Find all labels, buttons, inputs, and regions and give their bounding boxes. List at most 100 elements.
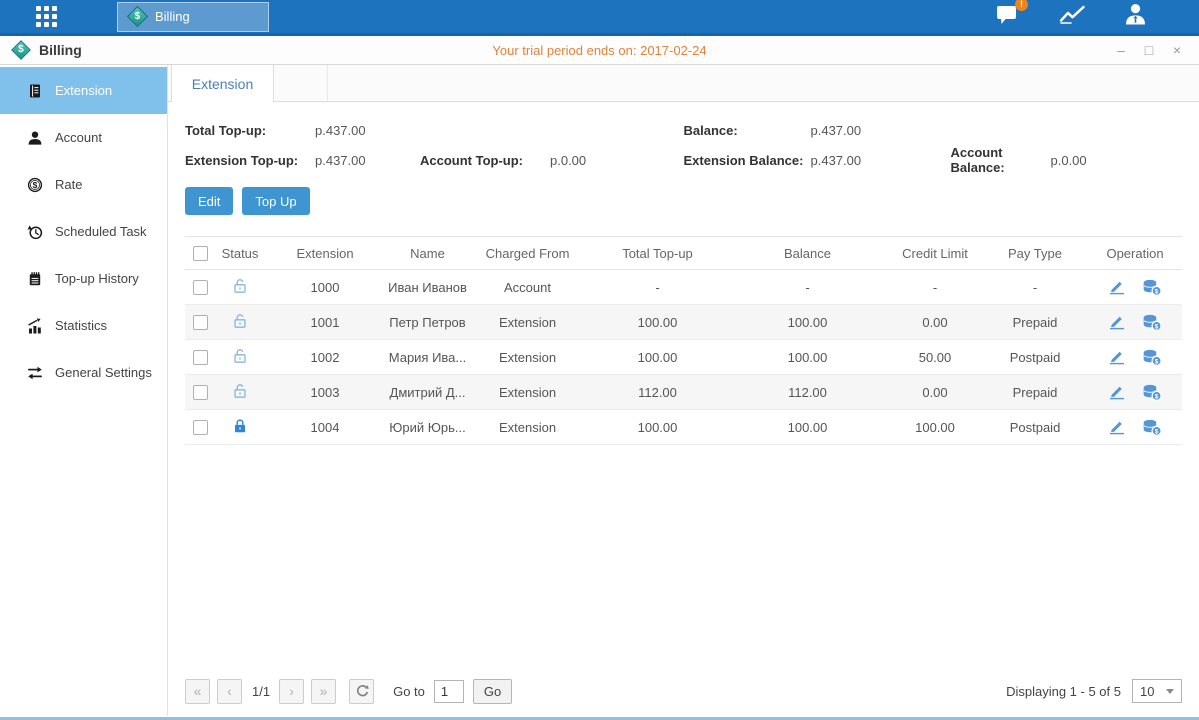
col-credit-limit: Credit Limit (885, 237, 985, 270)
status-cell (215, 410, 265, 445)
sidebar-item-topup-history[interactable]: Top-up History (0, 255, 167, 302)
lock-open-icon (232, 278, 248, 294)
extension-topup-label: Extension Top-up: (185, 153, 315, 168)
topup-button[interactable]: Top Up (242, 187, 309, 215)
window-title: Billing (39, 42, 82, 58)
sidebar-item-general-settings[interactable]: General Settings (0, 349, 167, 396)
col-status: Status (215, 237, 265, 270)
user-account-button[interactable] (1124, 3, 1147, 30)
main-content: Extension Total Top-up: p.437.00 Extensi… (168, 65, 1199, 716)
person-icon (1124, 3, 1147, 25)
sidebar-item-scheduled-task[interactable]: Scheduled Task (0, 208, 167, 255)
pay-type-cell: Postpaid (985, 410, 1085, 445)
status-cell (215, 340, 265, 375)
col-extension: Extension (265, 237, 385, 270)
edit-pencil-icon[interactable] (1108, 420, 1126, 435)
next-page-button[interactable]: › (279, 679, 304, 704)
charged-from-cell: Extension (470, 305, 585, 340)
name-cell: Петр Петров (385, 305, 470, 340)
svg-text:$: $ (1155, 358, 1159, 365)
table-body: 1000 Иван Иванов Account - - - - (185, 270, 1182, 445)
edit-pencil-icon[interactable] (1108, 280, 1126, 295)
edit-button[interactable]: Edit (185, 187, 233, 215)
row-checkbox[interactable] (193, 420, 208, 435)
credit-limit-cell: 0.00 (885, 305, 985, 340)
extension-cell: 1004 (265, 410, 385, 445)
last-page-button[interactable]: » (311, 679, 336, 704)
table-row: 1004 Юрий Юрь... Extension 100.00 100.00… (185, 410, 1182, 445)
line-chart-icon (1059, 4, 1086, 25)
balance-cell: - (730, 270, 885, 305)
lock-open-icon (232, 383, 248, 399)
select-all-checkbox[interactable] (193, 246, 208, 261)
row-checkbox[interactable] (193, 280, 208, 295)
sidebar-item-account[interactable]: Account (0, 114, 167, 161)
topup-coins-icon[interactable]: $ (1142, 279, 1162, 296)
pay-type-cell: Postpaid (985, 340, 1085, 375)
svg-text:$: $ (33, 180, 38, 190)
statistics-topbar-button[interactable] (1059, 4, 1086, 30)
account-topup-value: p.0.00 (550, 153, 586, 168)
total-topup-cell: 100.00 (585, 340, 730, 375)
credit-limit-cell: 0.00 (885, 375, 985, 410)
edit-pencil-icon[interactable] (1108, 385, 1126, 400)
extension-cell: 1002 (265, 340, 385, 375)
edit-pencil-icon[interactable] (1108, 350, 1126, 365)
tab-slot (274, 65, 328, 101)
go-button[interactable]: Go (473, 679, 512, 704)
billing-app-icon: $ (127, 6, 148, 27)
app-grid-icon[interactable] (36, 6, 57, 27)
svg-text:$: $ (1155, 428, 1159, 435)
sidebar-item-extension[interactable]: Extension (0, 67, 167, 114)
row-checkbox[interactable] (193, 315, 208, 330)
total-topup-value: p.437.00 (315, 123, 366, 138)
topup-coins-icon[interactable]: $ (1142, 384, 1162, 401)
col-balance: Balance (730, 237, 885, 270)
charged-from-cell: Extension (470, 410, 585, 445)
notifications-button[interactable]: ! (996, 4, 1021, 30)
close-icon[interactable]: × (1169, 42, 1185, 58)
table-header-row: Status Extension Name Charged From Total… (185, 237, 1182, 270)
col-operation: Operation (1085, 237, 1182, 270)
account-balance-label: Account Balance: (951, 145, 1051, 175)
prev-page-button[interactable]: ‹ (217, 679, 242, 704)
balance-cell: 100.00 (730, 305, 885, 340)
table-row: 1000 Иван Иванов Account - - - - (185, 270, 1182, 305)
topup-coins-icon[interactable]: $ (1142, 314, 1162, 331)
page-size-select[interactable]: 10 (1132, 679, 1182, 703)
extension-cell: 1003 (265, 375, 385, 410)
lock-open-icon (232, 348, 248, 364)
taskbar-item-label: Billing (155, 9, 190, 24)
charged-from-cell: Extension (470, 375, 585, 410)
extension-cell: 1000 (265, 270, 385, 305)
charged-from-cell: Extension (470, 340, 585, 375)
sidebar-item-label: Statistics (55, 318, 107, 333)
topup-coins-icon[interactable]: $ (1142, 419, 1162, 436)
maximize-icon[interactable]: □ (1141, 42, 1157, 58)
tab-label: Extension (192, 76, 253, 92)
name-cell: Иван Иванов (385, 270, 470, 305)
sidebar-item-statistics[interactable]: Statistics (0, 302, 167, 349)
taskbar-item-billing[interactable]: $ Billing (117, 2, 269, 32)
tab-bar: Extension (168, 65, 1199, 102)
sidebar-item-rate[interactable]: $ Rate (0, 161, 167, 208)
edit-pencil-icon[interactable] (1108, 315, 1126, 330)
topup-coins-icon[interactable]: $ (1142, 349, 1162, 366)
goto-label: Go to (393, 684, 425, 699)
pagination-bar: « ‹ 1/1 › » Go to Go Displaying 1 - 5 of… (168, 668, 1199, 714)
total-topup-cell: - (585, 270, 730, 305)
tab-extension[interactable]: Extension (171, 65, 274, 102)
refresh-button[interactable] (349, 679, 374, 704)
goto-page-input[interactable] (434, 680, 464, 703)
row-checkbox[interactable] (193, 385, 208, 400)
extension-topup-value: p.437.00 (315, 153, 420, 168)
balance-cell: 112.00 (730, 375, 885, 410)
window-titlebar: $ Billing Your trial period ends on: 201… (0, 36, 1199, 65)
extensions-table: Status Extension Name Charged From Total… (185, 236, 1182, 668)
extension-balance-value: p.437.00 (811, 153, 951, 168)
minimize-icon[interactable]: – (1113, 42, 1129, 58)
toolbar: Edit Top Up (168, 175, 1199, 215)
row-checkbox[interactable] (193, 350, 208, 365)
transfer-arrows-icon (27, 365, 43, 381)
first-page-button[interactable]: « (185, 679, 210, 704)
